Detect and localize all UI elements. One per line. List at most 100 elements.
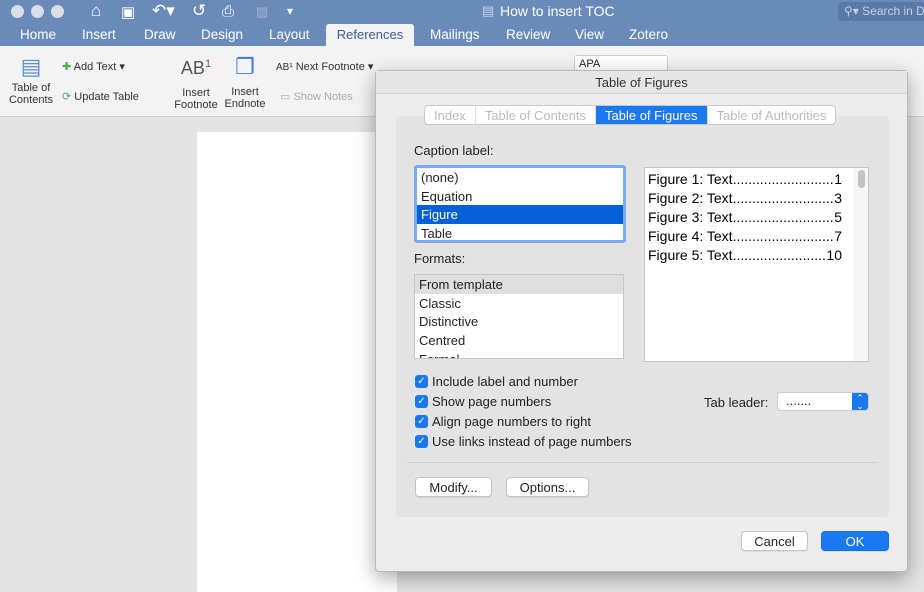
update-table-label: Update Table: [74, 91, 139, 103]
preview-scrollbar[interactable]: [854, 168, 868, 361]
table-of-contents-button[interactable]: ▤ Table of Contents: [6, 54, 56, 106]
print-icon[interactable]: ⎙: [222, 3, 234, 20]
preview-text: Figure 3: Text: [648, 209, 733, 225]
next-footnote-icon: AB¹: [276, 62, 293, 73]
checkmark-icon: ✓: [415, 415, 428, 428]
tab-references[interactable]: References: [326, 24, 414, 48]
tab-table-of-authorities[interactable]: Table of Authorities: [708, 106, 836, 124]
tab-review[interactable]: Review: [506, 27, 550, 42]
tab-mailings[interactable]: Mailings: [430, 27, 480, 42]
search-icon: ⚲▾: [844, 4, 863, 18]
preview-entry: Figure 5: Text..........................…: [648, 246, 842, 265]
zoom-window-button[interactable]: [51, 5, 64, 18]
add-text-icon: ✚: [62, 61, 72, 73]
table-of-figures-dialog: Table of Figures Index Table of Contents…: [375, 70, 908, 572]
search-placeholder: Search in Document: [862, 4, 924, 18]
dialog-title: Table of Figures: [376, 71, 907, 94]
format-option[interactable]: Formal: [415, 350, 623, 358]
next-footnote-button[interactable]: AB¹ Next Footnote ▾: [276, 60, 373, 73]
save-icon[interactable]: ▣: [121, 3, 135, 21]
update-table-button[interactable]: ⟳ Update Table: [62, 90, 139, 103]
leader-dots: ........................................…: [732, 247, 827, 263]
preview-entry: Figure 3: Text..........................…: [648, 208, 842, 227]
format-option[interactable]: From template: [415, 275, 623, 294]
preview-entry: Figure 2: Text..........................…: [648, 189, 842, 208]
tab-table-of-contents[interactable]: Table of Contents: [476, 106, 596, 124]
checkmark-icon: ✓: [415, 435, 428, 448]
tab-leader-label: Tab leader:: [704, 395, 769, 410]
checkbox-label: Show page numbers: [432, 394, 552, 409]
preview-page: 7: [834, 228, 842, 244]
use-links-checkbox[interactable]: ✓ Use links instead of page numbers: [415, 434, 631, 449]
next-footnote-label: Next Footnote: [295, 61, 365, 73]
preview-text: Figure 5: Text: [648, 247, 733, 263]
tab-design[interactable]: Design: [201, 27, 243, 42]
tab-leader-select[interactable]: ....... ⌃ ⌄: [777, 392, 869, 411]
refresh-icon: ⟳: [62, 91, 72, 103]
add-text-button[interactable]: ✚ Add Text ▾: [62, 60, 125, 73]
preview-pane: Figure 1: Text..........................…: [644, 167, 869, 362]
modify-button[interactable]: Modify...: [415, 477, 492, 497]
separator: [407, 462, 878, 463]
dialog-tabs: Index Table of Contents Table of Figures…: [424, 105, 837, 125]
citation-style-value: APA: [579, 58, 601, 70]
checkbox-label: Align page numbers to right: [432, 414, 591, 429]
minimize-window-button[interactable]: [31, 5, 44, 18]
stepper-arrows-icon: ⌃ ⌄: [852, 393, 868, 410]
preview-page: 10: [826, 247, 842, 263]
tab-table-of-figures[interactable]: Table of Figures: [596, 106, 708, 124]
caption-option[interactable]: Table: [417, 224, 623, 243]
cancel-button[interactable]: Cancel: [741, 531, 808, 551]
format-option[interactable]: Distinctive: [415, 312, 623, 331]
preview-entry: Figure 4: Text..........................…: [648, 227, 842, 246]
insert-endnote-button[interactable]: ❐ Insert Endnote: [222, 54, 268, 110]
show-notes-label: Show Notes: [293, 91, 353, 103]
toc-icon: ▤: [20, 54, 42, 79]
customize-icon[interactable]: ▾: [287, 4, 293, 18]
tab-home[interactable]: Home: [20, 27, 56, 42]
close-window-button[interactable]: [11, 5, 24, 18]
include-label-checkbox[interactable]: ✓ Include label and number: [415, 374, 578, 389]
format-icon: ▨: [256, 4, 269, 19]
redo-icon[interactable]: ↺: [192, 1, 206, 21]
options-button[interactable]: Options...: [506, 477, 589, 497]
checkbox-label: Use links instead of page numbers: [432, 434, 632, 449]
checkmark-icon: ✓: [415, 395, 428, 408]
tab-layout[interactable]: Layout: [269, 27, 310, 42]
endnote-icon: ❐: [235, 54, 255, 79]
document-page[interactable]: [197, 132, 397, 592]
tab-view[interactable]: View: [575, 27, 604, 42]
tab-zotero[interactable]: Zotero: [629, 27, 668, 42]
preview-text: Figure 1: Text: [648, 171, 733, 187]
search-input[interactable]: ⚲▾ Search in Document: [838, 2, 924, 21]
scrollbar-thumb[interactable]: [858, 170, 865, 188]
tab-draw[interactable]: Draw: [144, 27, 176, 42]
format-option[interactable]: Classic: [415, 294, 623, 313]
caption-label-heading: Caption label:: [414, 143, 494, 158]
formats-heading: Formats:: [414, 251, 466, 266]
undo-icon[interactable]: ↶▾: [152, 1, 175, 21]
leader-dots: ........................................…: [732, 209, 835, 225]
tab-index[interactable]: Index: [425, 106, 476, 124]
leader-dots: ........................................…: [732, 228, 835, 244]
caption-label-list[interactable]: (none) Equation Figure Table: [414, 165, 626, 243]
footnote-icon: AB1: [180, 58, 212, 78]
preview-page: 1: [834, 171, 842, 187]
ok-button[interactable]: OK: [821, 531, 889, 551]
formats-list[interactable]: From template Classic Distinctive Centre…: [414, 274, 624, 359]
tab-insert[interactable]: Insert: [82, 27, 116, 42]
format-option[interactable]: Centred: [415, 331, 623, 350]
title-bar: ⌂ ▣ ↶▾ ↺ ⎙ ▨ ▾ ▤ How to insert TOC ⚲▾ Se…: [0, 0, 924, 48]
show-notes-button: ▭ Show Notes: [280, 90, 353, 103]
show-notes-icon: ▭: [280, 91, 291, 103]
tab-leader-value: .......: [786, 393, 812, 408]
insert-footnote-button[interactable]: AB1 Insert Footnote: [170, 58, 222, 111]
caption-option[interactable]: (none): [417, 168, 623, 187]
show-page-numbers-checkbox[interactable]: ✓ Show page numbers: [415, 394, 551, 409]
insert-endnote-label: Insert Endnote: [224, 86, 266, 110]
caption-option[interactable]: Equation: [417, 187, 623, 206]
caption-option[interactable]: Figure: [417, 205, 623, 225]
checkmark-icon: ✓: [415, 375, 428, 388]
align-right-checkbox[interactable]: ✓ Align page numbers to right: [415, 414, 591, 429]
home-icon[interactable]: ⌂: [91, 1, 101, 21]
